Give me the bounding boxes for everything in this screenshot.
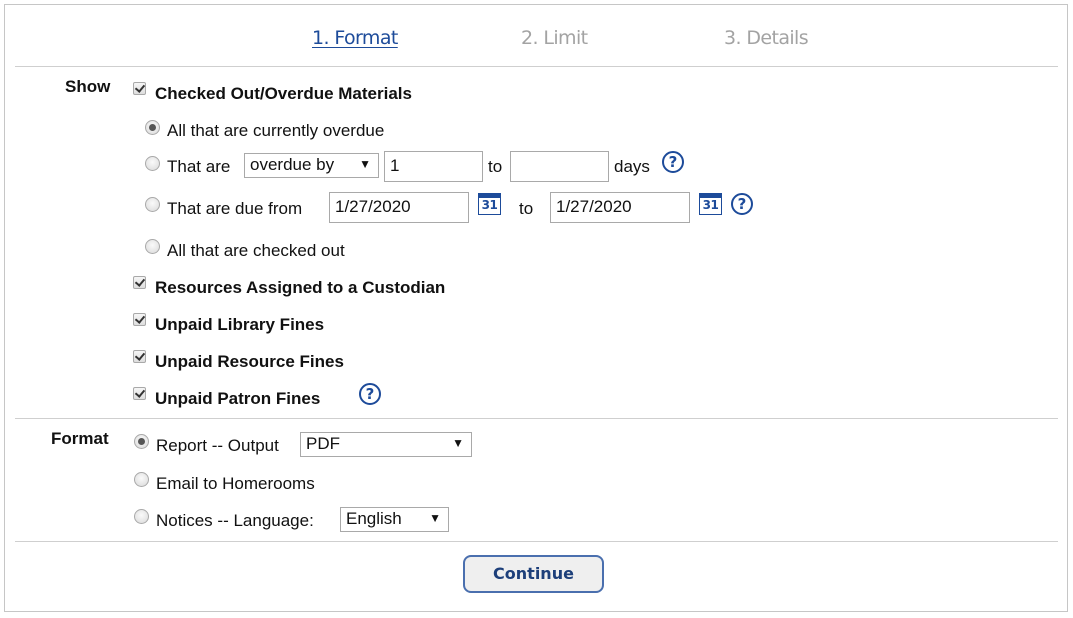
help-icon[interactable]: ? <box>731 193 753 215</box>
library-fines-label: Unpaid Library Fines <box>155 315 325 334</box>
chevron-down-icon: ▼ <box>452 436 464 450</box>
language-value: English <box>346 509 402 528</box>
help-icon[interactable]: ? <box>359 383 381 405</box>
overdue-to-label: to <box>488 157 503 176</box>
step-limit[interactable]: 2. Limit <box>521 27 588 49</box>
chevron-down-icon: ▼ <box>359 157 371 171</box>
due-to-label: to <box>519 199 534 218</box>
patron-fines-label: Unpaid Patron Fines <box>155 389 321 408</box>
output-format-value: PDF <box>306 434 340 453</box>
library-fines-checkbox[interactable] <box>133 313 146 326</box>
help-icon[interactable]: ? <box>662 151 684 173</box>
checked-out-checkbox[interactable] <box>133 82 146 95</box>
all-checked-out-label: All that are checked out <box>167 241 345 260</box>
divider <box>15 66 1058 67</box>
calendar-icon[interactable]: 31 <box>699 193 722 215</box>
notices-radio[interactable] <box>134 509 149 524</box>
currently-overdue-label: All that are currently overdue <box>167 121 385 140</box>
continue-button[interactable]: Continue <box>463 555 604 593</box>
due-from-date-input[interactable]: 1/27/2020 <box>329 192 469 223</box>
checked-out-label: Checked Out/Overdue Materials <box>155 84 412 103</box>
output-format-select[interactable]: PDF ▼ <box>300 432 472 457</box>
resource-fines-label: Unpaid Resource Fines <box>155 352 344 371</box>
language-select[interactable]: English ▼ <box>340 507 449 532</box>
overdue-range-radio[interactable] <box>145 156 160 171</box>
resource-fines-checkbox[interactable] <box>133 350 146 363</box>
due-range-radio[interactable] <box>145 197 160 212</box>
overdue-range-label: That are <box>167 157 231 176</box>
overdue-to-input[interactable] <box>510 151 609 182</box>
divider <box>15 541 1058 542</box>
custodian-checkbox[interactable] <box>133 276 146 289</box>
overdue-mode-select[interactable]: overdue by ▼ <box>244 153 379 178</box>
show-label: Show <box>65 77 111 96</box>
email-radio[interactable] <box>134 472 149 487</box>
chevron-down-icon: ▼ <box>429 511 441 525</box>
calendar-icon[interactable]: 31 <box>478 193 501 215</box>
overdue-mode-value: overdue by <box>250 155 335 174</box>
format-label: Format <box>51 429 109 448</box>
notices-label: Notices -- Language: <box>156 511 314 530</box>
due-to-date-input[interactable]: 1/27/2020 <box>550 192 690 223</box>
patron-fines-checkbox[interactable] <box>133 387 146 400</box>
days-label: days <box>614 157 650 176</box>
step-details[interactable]: 3. Details <box>724 27 809 49</box>
all-checked-out-radio[interactable] <box>145 239 160 254</box>
email-label: Email to Homerooms <box>156 474 315 493</box>
step-format[interactable]: 1. Format <box>312 27 398 49</box>
report-radio[interactable] <box>134 434 149 449</box>
report-label: Report -- Output <box>156 436 279 455</box>
custodian-label: Resources Assigned to a Custodian <box>155 278 446 297</box>
overdue-from-input[interactable]: 1 <box>384 151 483 182</box>
due-range-label: That are due from <box>167 199 303 218</box>
divider <box>15 418 1058 419</box>
currently-overdue-radio[interactable] <box>145 120 160 135</box>
